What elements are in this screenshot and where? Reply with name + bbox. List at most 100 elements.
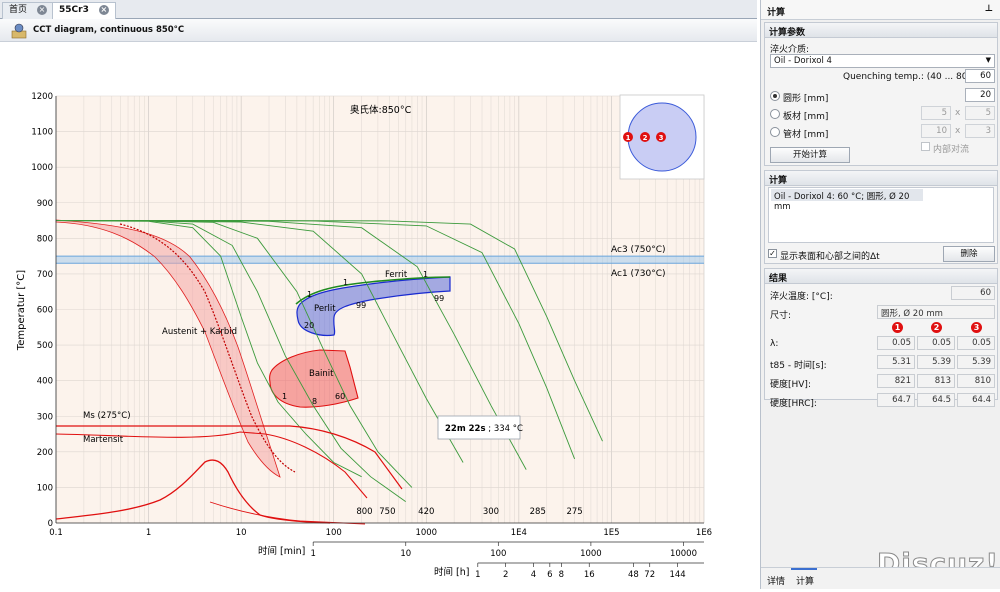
y-tick-label: 600 [37,306,53,316]
pin-icon[interactable]: ⊥ [985,4,993,14]
hardness-label: 285 [530,507,546,517]
result-cell: 64.5 [917,393,955,407]
x-tick-label: 100 [326,528,342,538]
calc-group: 计算 Oil - Dorixol 4: 60 °C; 圆形, Ø 20 mm ✓… [764,170,998,264]
result-row-label: 硬度[HRC]: [770,399,817,409]
min-tick-label: 1000 [580,549,602,559]
bainit-60-label: 60 [335,392,345,401]
tab-home[interactable]: 首页 × [2,2,55,19]
martensit-label: Martensit [83,435,124,445]
min-tick-label: 10000 [670,549,697,559]
hour-tick-label: 144 [669,570,685,580]
delete-button[interactable]: 删除 [943,246,995,262]
result-cell: 64.4 [957,393,995,407]
result-col-3-badge: 3 [971,322,982,333]
calculation-panel: 计算 ⊥ 计算参数 淬火介质: Oil - Dorixol 4 ▼ Quenchin… [760,0,1000,589]
result-row-label: t85 - 时间[s]: [770,361,827,371]
round-radio[interactable] [770,91,780,101]
result-cell: 5.31 [877,355,915,369]
size-value: 圆形, Ø 20 mm [877,305,995,319]
x-tick-label: 1E6 [696,528,712,538]
y-tick-label: 200 [37,448,53,458]
hover-tooltip: 22m 22s ; 334 °C [437,415,523,440]
hour-tick-label: 6 [547,570,552,580]
chevron-down-icon: ▼ [985,56,991,64]
hour-tick-label: 4 [531,570,536,580]
round-diameter-input[interactable]: 20 [965,88,995,102]
plate-b-input[interactable]: 5 [965,106,995,120]
result-cell: 810 [957,374,995,388]
y-tick-label: 500 [37,341,53,351]
results-group: 结果 淬火温度: [°C]: 60 尺寸: 圆形, Ø 20 mm 1 2 3 … [764,268,998,409]
result-cell: 0.05 [917,336,955,350]
x-tick-label: 0.1 [49,528,63,538]
results-group-title: 结果 [765,269,997,284]
calc-group-title: 计算 [765,171,997,186]
document-title: CCT diagram, continuous 850°C [33,25,185,35]
y-tick-label: 1000 [31,163,53,173]
hardness-label: 275 [566,507,582,517]
tooltip-temp: ; 334 °C [486,424,523,434]
calc-list-item[interactable]: Oil - Dorixol 4: 60 °C; 圆形, Ø 20 mm [771,189,923,212]
xlabel-min: 时间 [min] [258,545,305,557]
quench-temp-result: 60 [951,286,995,300]
tab-details[interactable]: 详情 [767,574,785,587]
panel-title: 计算 [767,8,786,18]
tab-55cr3[interactable]: 55Cr3 × [52,2,116,19]
result-row-label: 硬度[HV]: [770,380,811,390]
xlabel-h: 时间 [h] [434,566,469,578]
y-tick-label: 900 [37,199,53,209]
start-calc-button[interactable]: 开始计算 [770,147,850,163]
params-group: 计算参数 淬火介质: Oil - Dorixol 4 ▼ Quenching te… [764,22,998,166]
ac-bands [56,255,704,264]
ms-label: Ms (275°C) [83,411,131,421]
result-cell: 813 [917,374,955,388]
result-cell: 0.05 [877,336,915,350]
y-tick-label: 1200 [31,92,53,102]
tube-a-input[interactable]: 10 [921,124,951,138]
austenit-label: 奥氏体:850°C [350,104,412,116]
result-cell: 64.7 [877,393,915,407]
show-diff-checkbox[interactable]: ✓ [768,249,777,258]
inner-convection-checkbox[interactable] [921,142,930,151]
hour-tick-label: 72 [644,570,655,580]
ac-band [56,256,704,264]
tooltip-time: 22m 22s [445,424,486,434]
bainit-label: Bainit [309,369,334,379]
tab-55cr3-close-icon[interactable]: × [98,4,109,15]
hour-tick-label: 16 [584,570,595,580]
tab-55cr3-label: 55Cr3 [59,5,89,15]
austenit-karbid-label: Austenit + Karbid [162,327,237,337]
hardness-label: 800 [356,507,372,517]
x-tick-label: 1 [146,528,151,538]
plate-radio[interactable] [770,109,780,119]
calc-list[interactable]: Oil - Dorixol 4: 60 °C; 圆形, Ø 20 mm [768,187,994,243]
tube-label: 管材 [mm] [783,130,829,140]
min-tick-label: 10 [400,549,411,559]
hour-tick-label: 2 [503,570,508,580]
tube-b-input[interactable]: 3 [965,124,995,138]
result-cell: 821 [877,374,915,388]
quench-temp-input[interactable]: 60 [965,69,995,83]
perlit-label: Perlit [314,304,336,314]
quench-temp-result-label: 淬火温度: [°C]: [770,292,833,302]
result-row-label: λ: [770,339,779,349]
inner-convection-label: 内部对流 [933,145,970,155]
bottom-tab-bar: 详情 计算 [761,567,1000,589]
section-point-1-label: 1 [626,134,631,142]
tab-home-close-icon[interactable]: × [37,4,48,15]
medium-select[interactable]: Oil - Dorixol 4 ▼ [770,54,995,68]
plate-a-input[interactable]: 5 [921,106,951,120]
tube-radio[interactable] [770,127,780,137]
x-tick-label: 1E5 [603,528,619,538]
section-point-3-label: 3 [659,134,664,142]
plate-x: x [955,108,961,118]
material-icon [11,23,27,39]
cct-chart: 0100200300400500600700800900100011001200… [16,92,712,580]
ferrit-1b-label: 1 [423,270,428,279]
ferrit-label: Ferrit [385,270,408,280]
show-diff-label: 显示表面和心部之间的Δt [780,252,880,262]
bainit-8-label: 8 [312,397,317,406]
tab-calc[interactable]: 计算 [796,574,814,587]
min-tick-label: 1 [310,549,315,559]
